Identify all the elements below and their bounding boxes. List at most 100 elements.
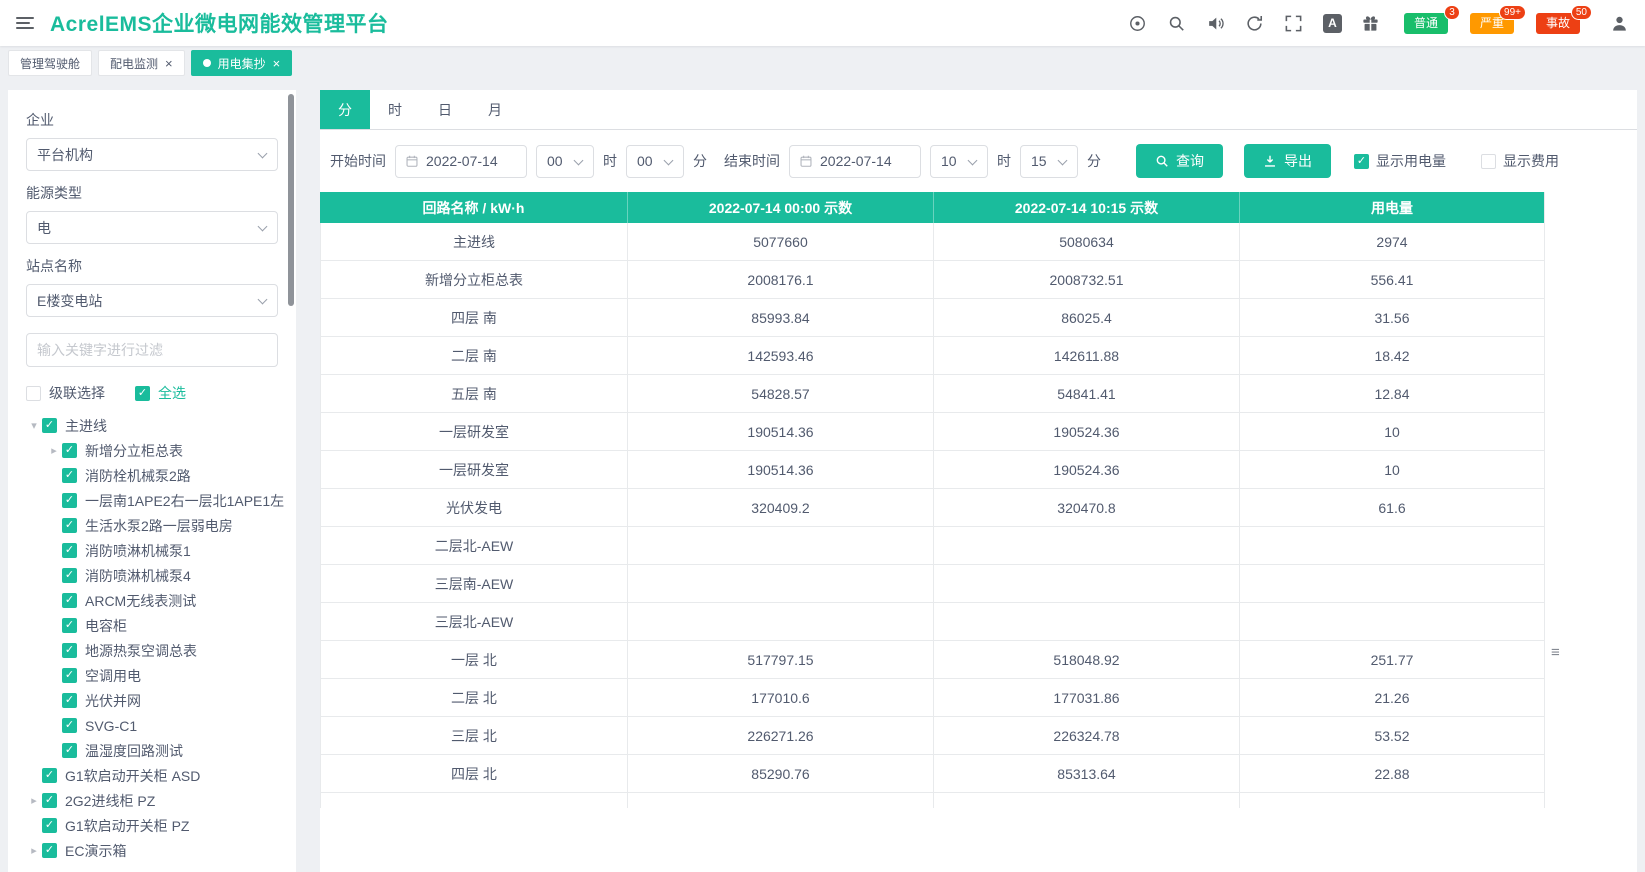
tree-checkbox[interactable]: ✓ bbox=[42, 768, 57, 783]
refresh-icon[interactable] bbox=[1245, 13, 1265, 33]
select-all-checkbox[interactable]: ✓ bbox=[135, 385, 150, 401]
show-cost-checkbox[interactable]: ✓ bbox=[1481, 153, 1496, 169]
tree-item[interactable]: ✓ G1软启动开关柜 PZ bbox=[26, 813, 278, 838]
tree-checkbox[interactable]: ✓ bbox=[62, 743, 77, 758]
table-row[interactable]: 四层 南 85993.84 86025.4 31.56 bbox=[320, 299, 1545, 337]
tree-checkbox[interactable]: ✓ bbox=[62, 593, 77, 608]
volume-icon[interactable] bbox=[1206, 13, 1226, 33]
tree-item[interactable]: ✓ 消防喷淋机械泵1 bbox=[26, 538, 278, 563]
tree-checkbox[interactable]: ✓ bbox=[62, 693, 77, 708]
table-row[interactable]: 二层北-AEW bbox=[320, 527, 1545, 565]
tree-checkbox[interactable]: ✓ bbox=[42, 843, 57, 858]
end-hour-select[interactable]: 10 bbox=[930, 144, 988, 178]
theme-icon[interactable] bbox=[1128, 13, 1148, 33]
font-size-icon[interactable]: A bbox=[1322, 13, 1342, 33]
tree-item[interactable]: ✓ 空调用电 bbox=[26, 663, 278, 688]
tree-item[interactable]: ✓ SVG-C1 bbox=[26, 713, 278, 738]
tree-item[interactable]: ✓ 消防喷淋机械泵4 bbox=[26, 563, 278, 588]
tree-checkbox[interactable]: ✓ bbox=[62, 443, 77, 458]
tree-checkbox[interactable]: ✓ bbox=[62, 468, 77, 483]
end-date-input[interactable]: 2022-07-14 bbox=[789, 144, 921, 178]
period-tab[interactable]: 日 bbox=[420, 90, 470, 129]
alarm-badge[interactable]: 严重 99+ bbox=[1469, 4, 1526, 34]
start-minute-select[interactable]: 00 bbox=[626, 144, 684, 178]
gift-icon[interactable] bbox=[1361, 13, 1381, 33]
tree-item[interactable]: ✓ G1软启动开关柜 ASD bbox=[26, 763, 278, 788]
table-row[interactable]: 新增分立柜总表 2008176.1 2008732.51 556.41 bbox=[320, 261, 1545, 299]
calendar-icon bbox=[406, 155, 418, 167]
table-row[interactable]: 一层研发室 190514.36 190524.36 10 bbox=[320, 413, 1545, 451]
table-row[interactable] bbox=[320, 793, 1545, 808]
tree-checkbox[interactable]: ✓ bbox=[62, 718, 77, 733]
window-tab[interactable]: 用电集抄 × bbox=[190, 50, 293, 76]
start-reading-cell: 2008176.1 bbox=[628, 261, 934, 299]
table-row[interactable]: 一层 北 517797.15 518048.92 251.77 bbox=[320, 641, 1545, 679]
tree-item[interactable]: ✓ 一层南1APE2右一层北1APE1左 bbox=[26, 488, 284, 513]
start-hour-select[interactable]: 00 bbox=[536, 144, 594, 178]
table-drag-handle-icon[interactable]: ≡ bbox=[1551, 644, 1560, 661]
user-icon[interactable] bbox=[1609, 13, 1629, 33]
field-select[interactable]: 平台机构 bbox=[26, 138, 278, 171]
tree-item[interactable]: ✓ 消防栓机械泵2路 bbox=[26, 463, 278, 488]
window-tab[interactable]: 管理驾驶舱 × bbox=[8, 50, 93, 76]
tree-checkbox[interactable]: ✓ bbox=[42, 818, 57, 833]
tree-expand-icon[interactable]: ▸ bbox=[26, 844, 42, 857]
tree-checkbox[interactable]: ✓ bbox=[62, 568, 77, 583]
select-all-label[interactable]: 全选 bbox=[158, 383, 186, 403]
readings-table: 回路名称 / kW·h 2022-07-14 00:00 示数 2022-07-… bbox=[320, 192, 1545, 808]
period-tab[interactable]: 月 bbox=[470, 90, 520, 129]
table-row[interactable]: 四层 北 85290.76 85313.64 22.88 bbox=[320, 755, 1545, 793]
end-minute-select[interactable]: 15 bbox=[1020, 144, 1078, 178]
menu-icon[interactable] bbox=[16, 17, 34, 29]
sidebar-scrollbar[interactable] bbox=[288, 94, 294, 306]
tree-checkbox[interactable]: ✓ bbox=[62, 493, 77, 508]
table-row[interactable]: 二层 南 142593.46 142611.88 18.42 bbox=[320, 337, 1545, 375]
tree-item[interactable]: ▸ ✓ EC演示箱 bbox=[26, 838, 278, 863]
fullscreen-icon[interactable] bbox=[1284, 13, 1304, 33]
window-tab[interactable]: 配电监测 × bbox=[98, 50, 185, 76]
field-select[interactable]: E楼变电站 bbox=[26, 284, 278, 317]
tree-checkbox[interactable]: ✓ bbox=[42, 793, 57, 808]
window-tab-label: 配电监测 bbox=[110, 56, 159, 71]
table-row[interactable]: 二层 北 177010.6 177031.86 21.26 bbox=[320, 679, 1545, 717]
table-row[interactable]: 五层 南 54828.57 54841.41 12.84 bbox=[320, 375, 1545, 413]
table-row[interactable]: 三层北-AEW bbox=[320, 603, 1545, 641]
table-row[interactable]: 光伏发电 320409.2 320470.8 61.6 bbox=[320, 489, 1545, 527]
tree-item[interactable]: ▾ ✓ 主进线 bbox=[26, 413, 278, 438]
tree-checkbox[interactable]: ✓ bbox=[62, 668, 77, 683]
field-select[interactable]: 电 bbox=[26, 211, 278, 244]
alarm-badge[interactable]: 事故 50 bbox=[1535, 4, 1592, 34]
alarm-badge[interactable]: 普通 3 bbox=[1403, 4, 1460, 34]
table-row[interactable]: 一层研发室 190514.36 190524.36 10 bbox=[320, 451, 1545, 489]
tree-checkbox[interactable]: ✓ bbox=[42, 418, 57, 433]
tree-filter-input[interactable] bbox=[26, 333, 278, 367]
table-row[interactable]: 三层 北 226271.26 226324.78 53.52 bbox=[320, 717, 1545, 755]
tree-item[interactable]: ▸ ✓ 新增分立柜总表 bbox=[26, 438, 278, 463]
tree-item[interactable]: ▸ ✓ 2G2进线柜 PZ bbox=[26, 788, 278, 813]
period-tab[interactable]: 时 bbox=[370, 90, 420, 129]
cascade-checkbox[interactable]: ✓ bbox=[26, 385, 41, 401]
tree-item[interactable]: ✓ 光伏并网 bbox=[26, 688, 278, 713]
close-icon[interactable]: × bbox=[273, 57, 281, 70]
close-icon[interactable]: × bbox=[165, 57, 173, 70]
tree-checkbox[interactable]: ✓ bbox=[62, 518, 77, 533]
show-energy-checkbox[interactable]: ✓ bbox=[1354, 153, 1369, 169]
tree-item[interactable]: ✓ ARCM无线表测试 bbox=[26, 588, 278, 613]
tree-expand-icon[interactable]: ▾ bbox=[26, 419, 42, 432]
query-button[interactable]: 查询 bbox=[1136, 144, 1223, 178]
tree-item[interactable]: ✓ 温湿度回路测试 bbox=[26, 738, 278, 763]
table-row[interactable]: 三层南-AEW bbox=[320, 565, 1545, 603]
tree-item[interactable]: ✓ 地源热泵空调总表 bbox=[26, 638, 278, 663]
table-row[interactable]: 主进线 5077660 5080634 2974 bbox=[320, 223, 1545, 261]
tree-checkbox[interactable]: ✓ bbox=[62, 643, 77, 658]
start-date-input[interactable]: 2022-07-14 bbox=[395, 144, 527, 178]
period-tab[interactable]: 分 bbox=[320, 90, 370, 129]
tree-item[interactable]: ✓ 电容柜 bbox=[26, 613, 278, 638]
tree-checkbox[interactable]: ✓ bbox=[62, 618, 77, 633]
tree-item[interactable]: ✓ 生活水泵2路一层弱电房 bbox=[26, 513, 278, 538]
export-button[interactable]: 导出 bbox=[1244, 144, 1331, 178]
search-icon[interactable] bbox=[1167, 13, 1187, 33]
tree-expand-icon[interactable]: ▸ bbox=[46, 444, 62, 457]
tree-expand-icon[interactable]: ▸ bbox=[26, 794, 42, 807]
tree-checkbox[interactable]: ✓ bbox=[62, 543, 77, 558]
